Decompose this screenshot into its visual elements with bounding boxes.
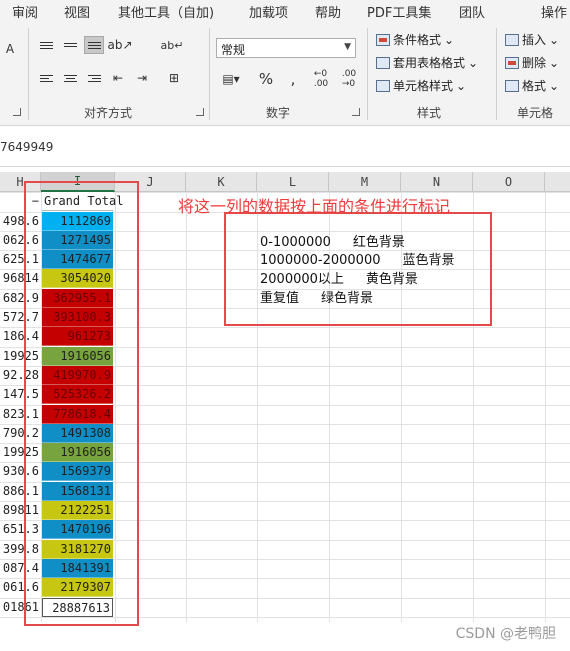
column-header-l[interactable]: L xyxy=(257,172,329,192)
legend-label: 蓝色背景 xyxy=(402,253,455,268)
tab-other-tools[interactable]: 其他工具（自加) xyxy=(118,2,214,21)
align-bottom-icon[interactable] xyxy=(84,36,104,54)
column-header-m[interactable]: M xyxy=(329,172,401,192)
insert-icon xyxy=(505,33,519,46)
chevron-down-icon: ▼ xyxy=(344,42,351,52)
insert-label: 插入 xyxy=(522,33,547,47)
cell-styles-button[interactable]: 单元格样式 ⌄ xyxy=(376,77,466,94)
comma-style-button[interactable]: , xyxy=(283,70,303,88)
font-dialog-launcher[interactable] xyxy=(13,108,21,116)
group-separator xyxy=(496,28,497,120)
legend-item-yellow: 2000000以上 黄色背景 xyxy=(260,268,418,287)
group-label-alignment: 对齐方式 xyxy=(84,106,133,120)
legend-range: 0-1000000 xyxy=(260,235,331,250)
table-icon xyxy=(376,56,390,69)
alignment-dialog-launcher[interactable] xyxy=(196,108,204,116)
cell-styles-label: 单元格样式 xyxy=(393,79,454,93)
legend-label: 绿色背景 xyxy=(321,291,374,306)
group-label-cells: 单元格 xyxy=(517,106,554,120)
annotation-note: 将这一列的数据按上面的条件进行标记 xyxy=(178,197,451,216)
align-left-icon[interactable] xyxy=(36,69,56,87)
number-format-select[interactable]: 常规 ▼ xyxy=(216,38,356,58)
tab-help[interactable]: 帮助 xyxy=(315,2,341,21)
group-separator xyxy=(28,28,29,120)
decrease-indent-icon[interactable]: ⇤ xyxy=(108,69,128,87)
column-gridline xyxy=(545,192,546,622)
orientation-icon[interactable]: ab↗ xyxy=(107,36,132,54)
column-header-k[interactable]: K xyxy=(186,172,257,192)
legend-item-blue: 1000000-2000000 蓝色背景 xyxy=(260,249,455,268)
increase-indent-icon[interactable]: ⇥ xyxy=(132,69,152,87)
tab-team[interactable]: 团队 xyxy=(459,2,485,21)
insert-button[interactable]: 插入 ⌄ xyxy=(505,31,559,48)
align-top-icon[interactable] xyxy=(36,36,56,54)
tab-operate[interactable]: 操作 xyxy=(541,2,567,21)
format-as-table-label: 套用表格格式 xyxy=(393,56,466,70)
tab-pdf-tools[interactable]: PDF工具集 xyxy=(367,2,431,21)
increase-decimal-icon[interactable]: ←0.00 xyxy=(310,69,332,89)
align-center-icon[interactable] xyxy=(60,69,80,87)
column-header-n[interactable]: N xyxy=(401,172,473,192)
group-label-styles: 样式 xyxy=(417,106,442,120)
formula-bar-value[interactable]: 7649949 xyxy=(0,140,53,154)
legend-range: 重复值 xyxy=(260,291,300,306)
column-gridline xyxy=(186,192,187,622)
group-separator xyxy=(209,28,210,120)
ribbon: A ab↗ ab↵ ⇤ ⇥ ⊞ 对齐方式 常规 ▼ ▤▾ % , ←0.00 .… xyxy=(0,22,570,126)
number-dialog-launcher[interactable] xyxy=(352,108,360,116)
tab-view[interactable]: 视图 xyxy=(64,2,90,21)
cell-styles-icon xyxy=(376,79,390,92)
conditional-format-label: 条件格式 xyxy=(393,33,442,47)
legend-label: 黄色背景 xyxy=(365,272,418,287)
tab-add-ins[interactable]: 加载项 xyxy=(249,2,288,21)
formula-bar[interactable]: 7649949 xyxy=(0,127,570,167)
group-label-number: 数字 xyxy=(266,106,291,120)
legend-range: 2000000以上 xyxy=(260,272,344,287)
watermark: CSDN @老鸭胆 xyxy=(455,626,556,642)
format-button[interactable]: 格式 ⌄ xyxy=(505,77,559,94)
merge-center-icon[interactable]: ⊞ xyxy=(164,69,184,87)
delete-label: 删除 xyxy=(522,56,547,70)
legend-item-red: 0-1000000 红色背景 xyxy=(260,231,405,250)
number-format-value: 常规 xyxy=(221,43,246,57)
decrease-decimal-icon[interactable]: .00 →0 xyxy=(338,69,360,89)
conditional-format-icon xyxy=(376,33,390,46)
percent-style-button[interactable]: % xyxy=(256,70,276,88)
legend-label: 红色背景 xyxy=(352,235,405,250)
legend-item-green: 重复值 绿色背景 xyxy=(260,287,373,306)
delete-icon xyxy=(505,56,519,69)
align-right-icon[interactable] xyxy=(84,69,104,87)
wrap-text-icon[interactable]: ab↵ xyxy=(161,36,184,54)
format-as-table-button[interactable]: 套用表格格式 ⌄ xyxy=(376,54,478,71)
legend-range: 1000000-2000000 xyxy=(260,253,381,268)
tab-review[interactable]: 审阅 xyxy=(12,2,38,21)
format-label: 格式 xyxy=(522,79,547,93)
font-color-button[interactable]: A xyxy=(0,40,20,58)
column-header-o[interactable]: O xyxy=(473,172,545,192)
group-separator xyxy=(367,28,368,120)
delete-button[interactable]: 删除 ⌄ xyxy=(505,54,559,71)
currency-format-icon[interactable]: ▤▾ xyxy=(218,70,244,88)
conditional-format-button[interactable]: 条件格式 ⌄ xyxy=(376,31,454,48)
column-highlight-box xyxy=(24,181,139,626)
format-icon xyxy=(505,79,519,92)
align-middle-icon[interactable] xyxy=(60,36,80,54)
ribbon-tab-bar: 审阅 视图 其他工具（自加) 加载项 帮助 PDF工具集 团队 操作 xyxy=(0,0,570,22)
column-header-p[interactable] xyxy=(545,172,570,192)
